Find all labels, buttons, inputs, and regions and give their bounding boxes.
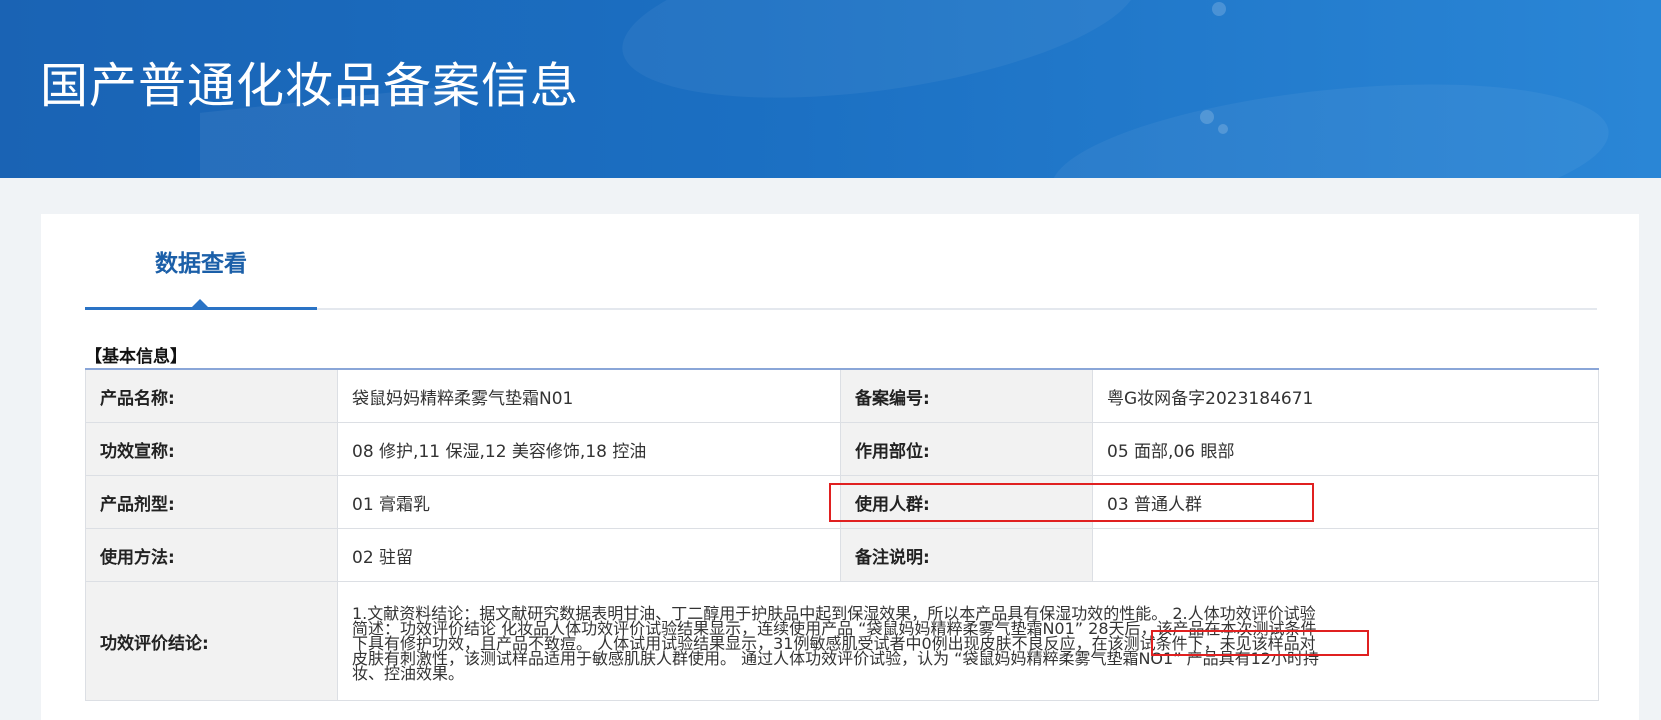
target-users-label: 使用人群: bbox=[840, 475, 1093, 529]
usage-value: 02 驻留 bbox=[337, 528, 841, 582]
tab-bar: 数据查看 bbox=[85, 214, 1597, 310]
usage-label: 使用方法: bbox=[85, 528, 338, 582]
content-card: 数据查看 【基本信息】 产品名称: 袋鼠妈妈精粹柔雾气垫霜N01 备案编号: 粤… bbox=[41, 214, 1639, 720]
section-title-basic-info: 【基本信息】 bbox=[85, 347, 187, 367]
banner-decoration bbox=[612, 0, 1148, 126]
banner-decoration bbox=[1044, 61, 1616, 178]
table-row: 功效宣称: 08 修护,11 保湿,12 美容修饰,18 控油 作用部位: 05… bbox=[85, 422, 1599, 476]
table-row: 产品剂型: 01 膏霜乳 使用人群: 03 普通人群 bbox=[85, 475, 1599, 529]
table-row: 产品名称: 袋鼠妈妈精粹柔雾气垫霜N01 备案编号: 粤G妆网备字2023184… bbox=[85, 368, 1599, 423]
page-title: 国产普通化妆品备案信息 bbox=[40, 58, 580, 114]
dosage-form-value: 01 膏霜乳 bbox=[337, 475, 841, 529]
product-name-label: 产品名称: bbox=[85, 368, 338, 423]
record-no-label: 备案编号: bbox=[840, 368, 1093, 423]
application-area-value: 05 面部,06 眼部 bbox=[1092, 422, 1599, 476]
table-row: 功效评价结论: 1.文献资料结论：据文献研究数据表明甘油、丁二醇用于护肤品中起到… bbox=[85, 581, 1599, 701]
conclusion-value: 1.文献资料结论：据文献研究数据表明甘油、丁二醇用于护肤品中起到保湿效果，所以本… bbox=[352, 603, 1319, 683]
application-area-label: 作用部位: bbox=[840, 422, 1093, 476]
efficacy-claim-value: 08 修护,11 保湿,12 美容修饰,18 控油 bbox=[337, 422, 841, 476]
banner-decoration-dot bbox=[1212, 2, 1226, 16]
banner-decoration-dot bbox=[1218, 124, 1228, 134]
active-tab-caret-icon bbox=[192, 299, 208, 307]
target-users-value: 03 普通人群 bbox=[1092, 475, 1599, 529]
remarks-label: 备注说明: bbox=[840, 528, 1093, 582]
banner-decoration-dot bbox=[1200, 110, 1214, 124]
dosage-form-label: 产品剂型: bbox=[85, 475, 338, 529]
tab-data-view[interactable]: 数据查看 bbox=[85, 214, 317, 308]
conclusion-label: 功效评价结论: bbox=[85, 581, 338, 701]
header-banner: 国产普通化妆品备案信息 bbox=[0, 0, 1661, 178]
basic-info-table: 产品名称: 袋鼠妈妈精粹柔雾气垫霜N01 备案编号: 粤G妆网备字2023184… bbox=[85, 368, 1599, 701]
record-no-value: 粤G妆网备字2023184671 bbox=[1092, 368, 1599, 423]
active-tab-indicator bbox=[85, 307, 317, 310]
efficacy-claim-label: 功效宣称: bbox=[85, 422, 338, 476]
conclusion-cell: 1.文献资料结论：据文献研究数据表明甘油、丁二醇用于护肤品中起到保湿效果，所以本… bbox=[337, 581, 1599, 701]
remarks-value bbox=[1092, 528, 1599, 582]
table-row: 使用方法: 02 驻留 备注说明: bbox=[85, 528, 1599, 582]
product-name-value: 袋鼠妈妈精粹柔雾气垫霜N01 bbox=[337, 368, 841, 423]
